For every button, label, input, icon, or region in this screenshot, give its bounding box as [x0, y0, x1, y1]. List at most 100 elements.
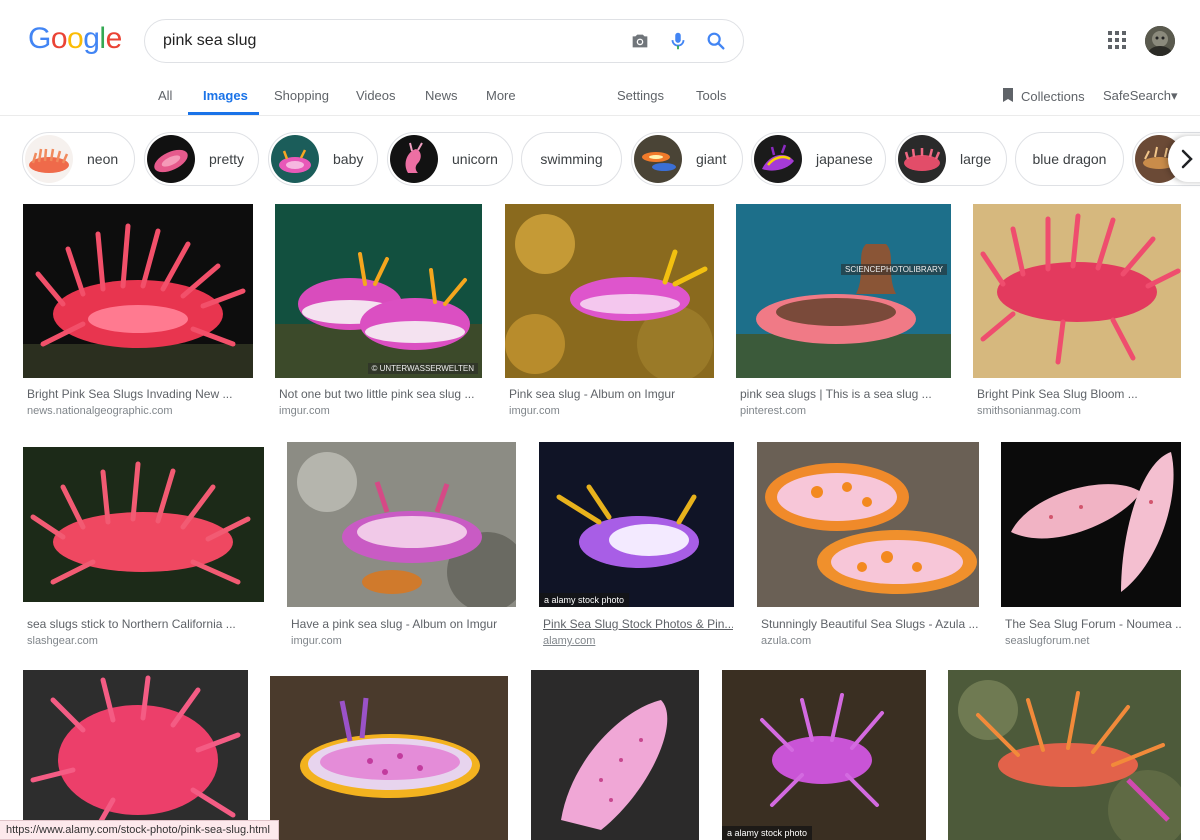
result-site: pinterest.com [740, 405, 807, 417]
search-actions [629, 30, 727, 52]
chip-blue-dragon[interactable]: blue dragon [1015, 132, 1124, 186]
chevron-down-icon: ▾ [1170, 88, 1178, 103]
result-site: seaslugforum.net [1005, 635, 1090, 647]
search-icon[interactable] [705, 30, 727, 52]
bookmark-icon [1001, 87, 1015, 106]
image-result[interactable]: sea slugs stick to Northern California .… [23, 447, 264, 657]
image-result[interactable]: Bright Pink Sea Slugs Invading New ... n… [23, 204, 253, 424]
image-result[interactable]: Bright Pink Sea Slug Bloom ... smithsoni… [973, 204, 1181, 424]
image-result[interactable]: a alamy stock photo Pink Sea Slug Stock … [539, 442, 734, 657]
result-site: imgur.com [279, 405, 330, 417]
google-logo[interactable]: Google [28, 22, 122, 56]
logo-letter: o [67, 22, 84, 55]
collections-label: Collections [1021, 89, 1085, 104]
logo-letter: e [105, 22, 123, 55]
safesearch-dropdown[interactable]: SafeSearch▾ [1103, 88, 1177, 104]
image-result[interactable] [23, 670, 248, 840]
image-result[interactable]: Pink sea slug - Album on Imgur imgur.com [505, 204, 714, 424]
result-thumbnail[interactable]: a alamy stock photo [539, 442, 734, 607]
result-site: imgur.com [291, 635, 342, 647]
chip-japanese[interactable]: japanese [751, 132, 886, 186]
result-thumbnail[interactable]: © UNTERWASSERWELTEN [275, 204, 482, 378]
result-thumbnail[interactable] [287, 442, 516, 607]
chip-thumbnail [271, 135, 319, 183]
tab-news[interactable]: News [425, 88, 458, 103]
result-title[interactable]: Bright Pink Sea Slugs Invading New ... [27, 387, 249, 401]
result-thumbnail[interactable] [1001, 442, 1181, 607]
logo-letter: o [50, 22, 68, 55]
image-result[interactable] [948, 670, 1181, 840]
image-result[interactable]: The Sea Slug Forum - Noumea ... seaslugf… [1001, 442, 1181, 657]
image-result[interactable]: SCIENCEPHOTOLIBRARY pink sea slugs | Thi… [736, 204, 951, 424]
chip-baby[interactable]: baby [268, 132, 378, 186]
image-result[interactable]: Have a pink sea slug - Album on Imgur im… [287, 442, 516, 657]
collections-link[interactable]: Collections [1001, 87, 1085, 106]
result-site: alamy.com [543, 635, 596, 647]
result-thumbnail[interactable] [973, 204, 1181, 378]
tab-all[interactable]: All [158, 88, 172, 103]
image-result[interactable]: © UNTERWASSERWELTEN Not one but two litt… [275, 204, 482, 424]
result-thumbnail[interactable] [757, 442, 979, 607]
search-tabs: All Images Shopping Videos News More Set… [0, 78, 1200, 116]
chip-thumbnail [147, 135, 195, 183]
chevron-right-icon [1181, 149, 1193, 169]
result-thumbnail[interactable] [948, 670, 1181, 840]
tab-settings[interactable]: Settings [617, 88, 664, 103]
logo-letter: G [28, 22, 51, 55]
result-thumbnail[interactable]: a alamy stock photo [722, 670, 926, 840]
chip-thumbnail [754, 135, 802, 183]
user-avatar[interactable] [1145, 26, 1175, 56]
chips-next-button[interactable] [1168, 136, 1200, 182]
result-title[interactable]: Have a pink sea slug - Album on Imgur [291, 617, 513, 631]
result-thumbnail[interactable] [270, 676, 508, 840]
image-result[interactable] [531, 670, 699, 840]
search-box [144, 19, 744, 63]
chip-pretty[interactable]: pretty [144, 132, 259, 186]
logo-letter: g [83, 22, 100, 55]
tab-tools[interactable]: Tools [696, 88, 726, 103]
tab-more[interactable]: More [486, 88, 516, 103]
active-tab-indicator [188, 112, 259, 115]
result-title[interactable]: Not one but two little pink sea slug ... [279, 387, 479, 401]
chip-thumbnail [898, 135, 946, 183]
browser-status-bar: https://www.alamy.com/stock-photo/pink-s… [0, 820, 279, 840]
stock-photo-tag: a alamy stock photo [539, 593, 630, 607]
result-thumbnail[interactable] [505, 204, 714, 378]
related-search-chips: neon pretty baby unicorn swimming giant … [0, 126, 1200, 192]
chip-giant[interactable]: giant [631, 132, 743, 186]
result-thumbnail[interactable]: SCIENCEPHOTOLIBRARY [736, 204, 951, 378]
result-site: slashgear.com [27, 635, 98, 647]
image-watermark: SCIENCEPHOTOLIBRARY [841, 264, 947, 275]
chip-unicorn[interactable]: unicorn [387, 132, 513, 186]
result-thumbnail[interactable] [531, 670, 699, 840]
chip-swimming[interactable]: swimming [521, 132, 622, 186]
tab-images[interactable]: Images [203, 88, 248, 103]
image-result[interactable] [270, 676, 508, 840]
result-title[interactable]: Pink sea slug - Album on Imgur [509, 387, 713, 401]
result-title[interactable]: Stunningly Beautiful Sea Slugs - Azula .… [761, 617, 979, 631]
status-url: https://www.alamy.com/stock-photo/pink-s… [6, 824, 270, 836]
tab-shopping[interactable]: Shopping [274, 88, 329, 103]
result-title[interactable]: The Sea Slug Forum - Noumea ... [1005, 617, 1181, 631]
chip-neon[interactable]: neon [22, 132, 135, 186]
result-title[interactable]: pink sea slugs | This is a sea slug ... [740, 387, 950, 401]
search-input[interactable] [163, 20, 623, 62]
result-site: news.nationalgeographic.com [27, 405, 173, 417]
result-thumbnail[interactable] [23, 447, 264, 602]
camera-icon[interactable] [629, 30, 651, 52]
image-result[interactable]: a alamy stock photo [722, 670, 926, 840]
stock-photo-tag: a alamy stock photo [722, 826, 813, 840]
result-site: smithsonianmag.com [977, 405, 1081, 417]
result-title[interactable]: sea slugs stick to Northern California .… [27, 617, 259, 631]
chip-large[interactable]: large [895, 132, 1007, 186]
tab-videos[interactable]: Videos [356, 88, 396, 103]
result-thumbnail[interactable] [23, 204, 253, 378]
result-title[interactable]: Bright Pink Sea Slug Bloom ... [977, 387, 1181, 401]
header: Google [0, 0, 1200, 78]
microphone-icon[interactable] [667, 30, 689, 52]
image-watermark: © UNTERWASSERWELTEN [367, 363, 478, 374]
image-result[interactable]: Stunningly Beautiful Sea Slugs - Azula .… [757, 442, 979, 657]
apps-grid-icon[interactable] [1108, 31, 1126, 49]
result-title[interactable]: Pink Sea Slug Stock Photos & Pin... [543, 617, 733, 631]
result-thumbnail[interactable] [23, 670, 248, 840]
